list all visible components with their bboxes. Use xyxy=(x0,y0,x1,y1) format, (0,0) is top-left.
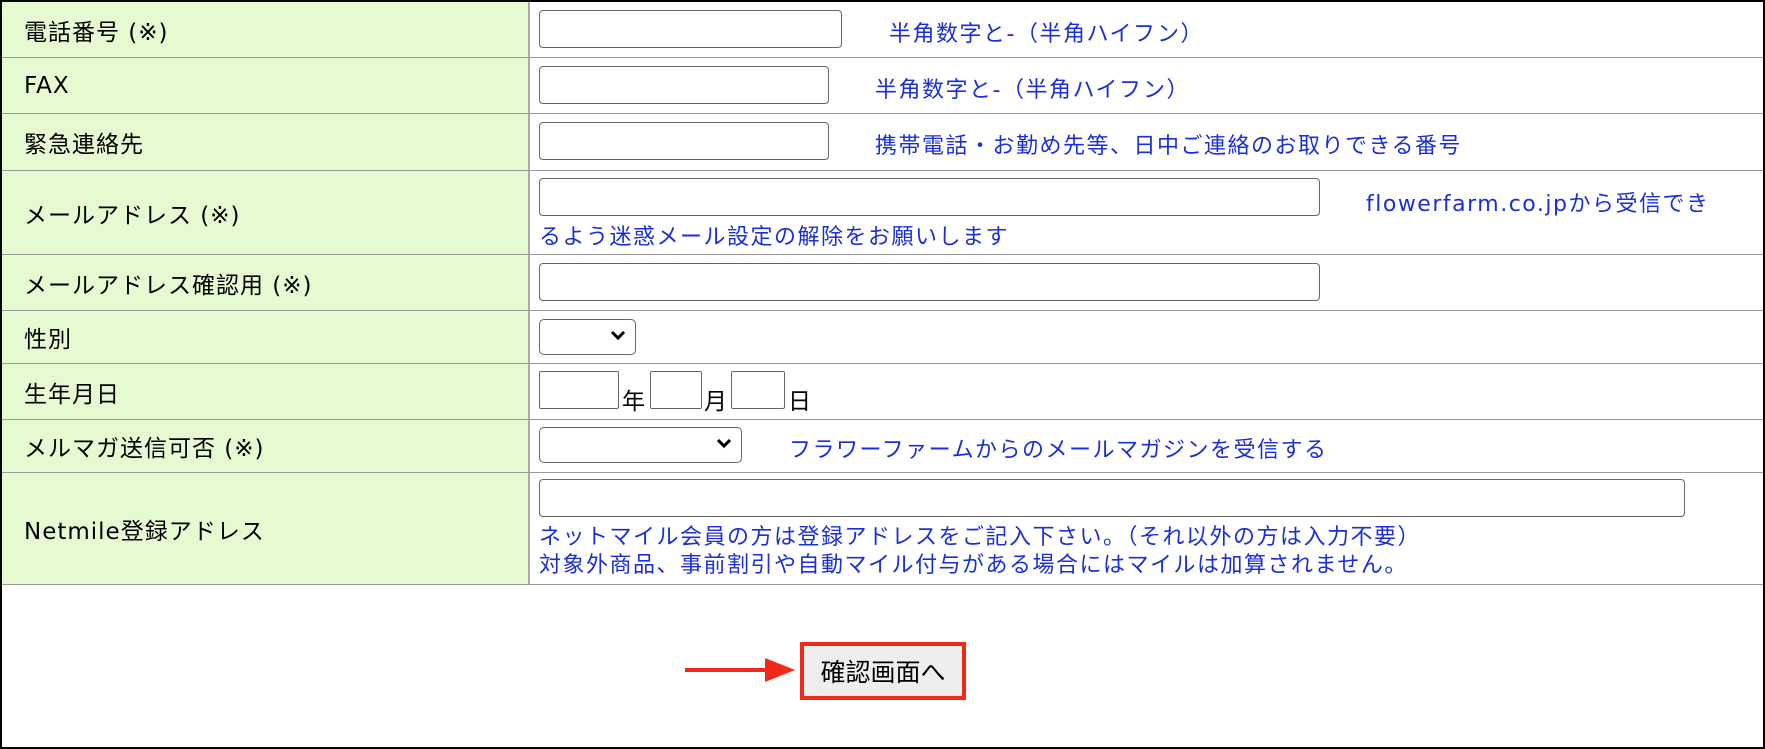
email-label: メールアドレス (※) xyxy=(2,171,530,254)
row-email: メールアドレス (※) flowerfarm.co.jpから受信でき るよう迷惑… xyxy=(2,171,1763,255)
month-unit: 月 xyxy=(704,389,727,415)
netmile-field-cell: ネットマイル会員の方は登録アドレスをご記入下さい。（それ以外の方は入力不要） 対… xyxy=(532,473,1763,584)
gender-field-cell xyxy=(532,311,1763,363)
row-phone: 電話番号 (※) 半角数字と-（半角ハイフン） xyxy=(2,2,1763,58)
birth-month-input[interactable] xyxy=(650,371,702,409)
emergency-field-cell: 携帯電話・お勤め先等、日中ご連絡のお取りできる番号 xyxy=(532,114,1763,170)
chevron-down-icon xyxy=(716,438,732,449)
fax-label: FAX xyxy=(2,58,530,113)
confirm-screen-button[interactable]: 確認画面へ xyxy=(800,642,966,700)
birth-day-input[interactable] xyxy=(731,371,785,409)
phone-hint: 半角数字と-（半角ハイフン） xyxy=(889,22,1204,47)
birth-year-input[interactable] xyxy=(539,371,619,409)
gender-select[interactable] xyxy=(539,319,636,355)
emergency-contact-label: 緊急連絡先 xyxy=(2,114,530,170)
birthday-field-cell: 年 月 日 xyxy=(532,364,1763,419)
email-hint-line2: るよう迷惑メール設定の解除をお願いします xyxy=(539,225,1010,250)
birthday-label: 生年月日 xyxy=(2,364,530,419)
fax-field-cell: 半角数字と-（半角ハイフン） xyxy=(532,58,1763,113)
newsletter-select[interactable] xyxy=(539,427,742,463)
email-confirm-input[interactable] xyxy=(539,263,1320,301)
email-confirm-field-cell xyxy=(532,255,1763,310)
netmile-input[interactable] xyxy=(539,479,1685,517)
emergency-contact-input[interactable] xyxy=(539,122,829,160)
day-unit: 日 xyxy=(788,389,811,415)
email-confirm-label: メールアドレス確認用 (※) xyxy=(2,255,530,310)
netmile-hint-line2: 対象外商品、事前割引や自動マイル付与がある場合にはマイルは加算されません。 xyxy=(539,553,1408,578)
newsletter-label: メルマガ送信可否 (※) xyxy=(2,420,530,472)
newsletter-hint: フラワーファームからのメールマガジンを受信する xyxy=(789,438,1328,463)
phone-field-cell: 半角数字と-（半角ハイフン） xyxy=(532,2,1763,57)
fax-hint: 半角数字と-（半角ハイフン） xyxy=(875,78,1190,103)
row-newsletter: メルマガ送信可否 (※) フラワーファームからのメールマガジンを受信する xyxy=(2,420,1763,473)
year-unit: 年 xyxy=(622,389,645,415)
row-fax: FAX 半角数字と-（半角ハイフン） xyxy=(2,58,1763,114)
row-birthday: 生年月日 年 月 日 xyxy=(2,364,1763,420)
emergency-contact-hint: 携帯電話・お勤め先等、日中ご連絡のお取りできる番号 xyxy=(875,134,1463,159)
netmile-label: Netmile登録アドレス xyxy=(2,473,530,584)
row-netmile: Netmile登録アドレス ネットマイル会員の方は登録アドレスをご記入下さい。（… xyxy=(2,473,1763,585)
row-gender: 性別 xyxy=(2,311,1763,364)
newsletter-field-cell: フラワーファームからのメールマガジンを受信する xyxy=(532,420,1763,472)
registration-form: 電話番号 (※) 半角数字と-（半角ハイフン） FAX 半角数字と-（半角ハイフ… xyxy=(0,0,1765,749)
email-field-cell: flowerfarm.co.jpから受信でき るよう迷惑メール設定の解除をお願い… xyxy=(532,171,1763,254)
email-input[interactable] xyxy=(539,178,1320,216)
row-emergency-contact: 緊急連絡先 携帯電話・お勤め先等、日中ご連絡のお取りできる番号 xyxy=(2,114,1763,171)
submit-area: 確認画面へ xyxy=(2,584,1763,747)
chevron-down-icon xyxy=(610,330,626,341)
fax-input[interactable] xyxy=(539,66,829,104)
phone-label: 電話番号 (※) xyxy=(2,2,530,57)
phone-input[interactable] xyxy=(539,10,842,48)
email-hint-line1: flowerfarm.co.jpから受信でき xyxy=(1366,192,1710,217)
arrow-right-icon xyxy=(685,658,795,682)
gender-label: 性別 xyxy=(2,311,530,363)
row-email-confirm: メールアドレス確認用 (※) xyxy=(2,255,1763,311)
